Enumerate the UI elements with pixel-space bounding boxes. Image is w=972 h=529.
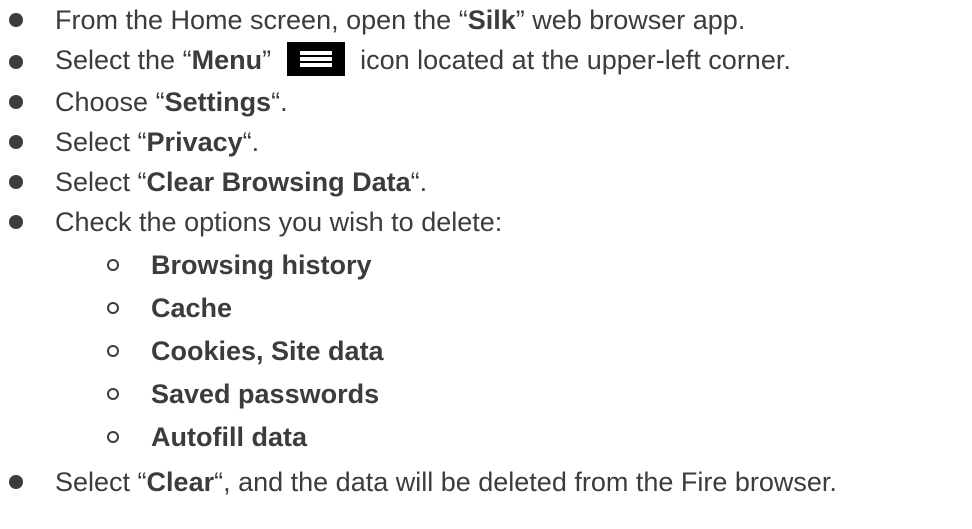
step-text: Select the “Menu” icon located at the up… xyxy=(55,42,791,82)
circle-bullet xyxy=(107,259,119,271)
step-text: From the Home screen, open the “Silk” we… xyxy=(55,4,746,35)
step-text: Select “Clear Browsing Data“. xyxy=(55,166,428,197)
option-text: Browsing history xyxy=(151,249,372,280)
step-text: Check the options you wish to delete: xyxy=(55,206,503,237)
step-text: Choose “Settings“. xyxy=(55,86,288,117)
instructions-list: From the Home screen, open the “Silk” we… xyxy=(0,0,972,529)
circle-bullet xyxy=(107,431,119,443)
circle-bullet xyxy=(107,345,119,357)
menu-icon xyxy=(286,42,345,76)
bullet xyxy=(9,13,23,27)
option-text: Saved passwords xyxy=(151,378,380,409)
bullet xyxy=(9,95,23,109)
bullet xyxy=(9,135,23,149)
bullet xyxy=(9,475,23,489)
bullet xyxy=(9,215,23,229)
bullet xyxy=(9,55,23,69)
option-text: Cookies, Site data xyxy=(151,335,384,366)
circle-bullet xyxy=(107,302,119,314)
step-text: Select “Privacy“. xyxy=(55,126,260,157)
option-text: Cache xyxy=(151,292,233,323)
step-text: Select “Clear“, and the data will be del… xyxy=(55,466,837,497)
option-text: Autofill data xyxy=(151,421,307,452)
circle-bullet xyxy=(107,388,119,400)
bullet xyxy=(9,175,23,189)
